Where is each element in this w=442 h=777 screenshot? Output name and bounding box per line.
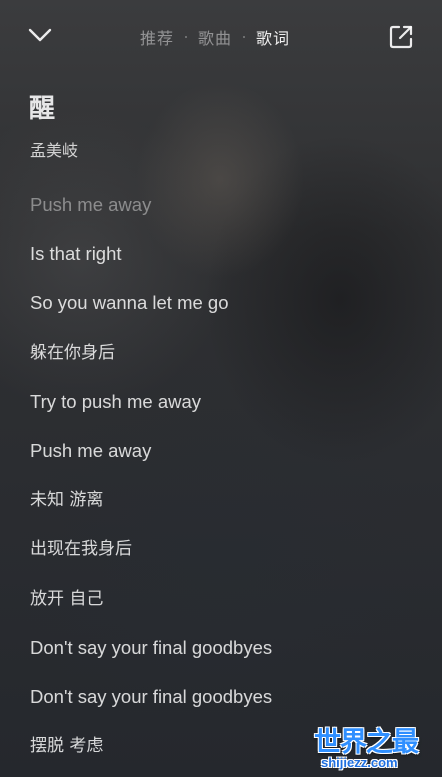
tab-song[interactable]: 歌曲	[198, 25, 232, 49]
tab-recommend[interactable]: 推荐	[140, 25, 174, 49]
chevron-down-icon	[28, 28, 52, 42]
lyrics-list: Push me away Is that right So you wanna …	[30, 193, 420, 777]
lyrics-screen: 推荐 歌曲 歌词 醒 孟美岐 Push me away Is that righ…	[0, 0, 442, 777]
tab-separator	[243, 36, 246, 38]
artist-name[interactable]: 孟美岐	[30, 137, 78, 161]
lyric-line[interactable]: 躲在你身后	[30, 341, 420, 390]
collapse-button[interactable]	[24, 22, 56, 50]
lyric-line[interactable]: 放开 自己	[30, 587, 420, 636]
song-title: 醒	[29, 94, 56, 124]
watermark-title: 世界之最	[314, 727, 419, 758]
tab-separator	[185, 36, 188, 38]
lyric-line[interactable]: Is that right	[30, 242, 420, 291]
lyric-line[interactable]: 未知 游离	[30, 488, 420, 537]
tab-bar: 推荐 歌曲 歌词	[140, 24, 290, 50]
watermark-url: shijiezz.com	[321, 755, 398, 770]
lyric-line[interactable]: Try to push me away	[30, 390, 420, 439]
tab-lyrics[interactable]: 歌词	[256, 25, 290, 49]
lyric-line[interactable]: So you wanna let me go	[30, 291, 420, 340]
top-bar: 推荐 歌曲 歌词	[0, 0, 442, 72]
lyric-line[interactable]: Push me away	[30, 439, 420, 488]
watermark-logo: 世界之最 shijiezz.com	[314, 720, 438, 774]
share-button[interactable]	[386, 22, 416, 52]
lyric-line[interactable]: Don't say your final goodbyes	[30, 636, 420, 685]
lyric-line[interactable]: Push me away	[30, 193, 420, 242]
share-external-icon	[389, 25, 413, 49]
lyric-line[interactable]: 出现在我身后	[30, 537, 420, 586]
